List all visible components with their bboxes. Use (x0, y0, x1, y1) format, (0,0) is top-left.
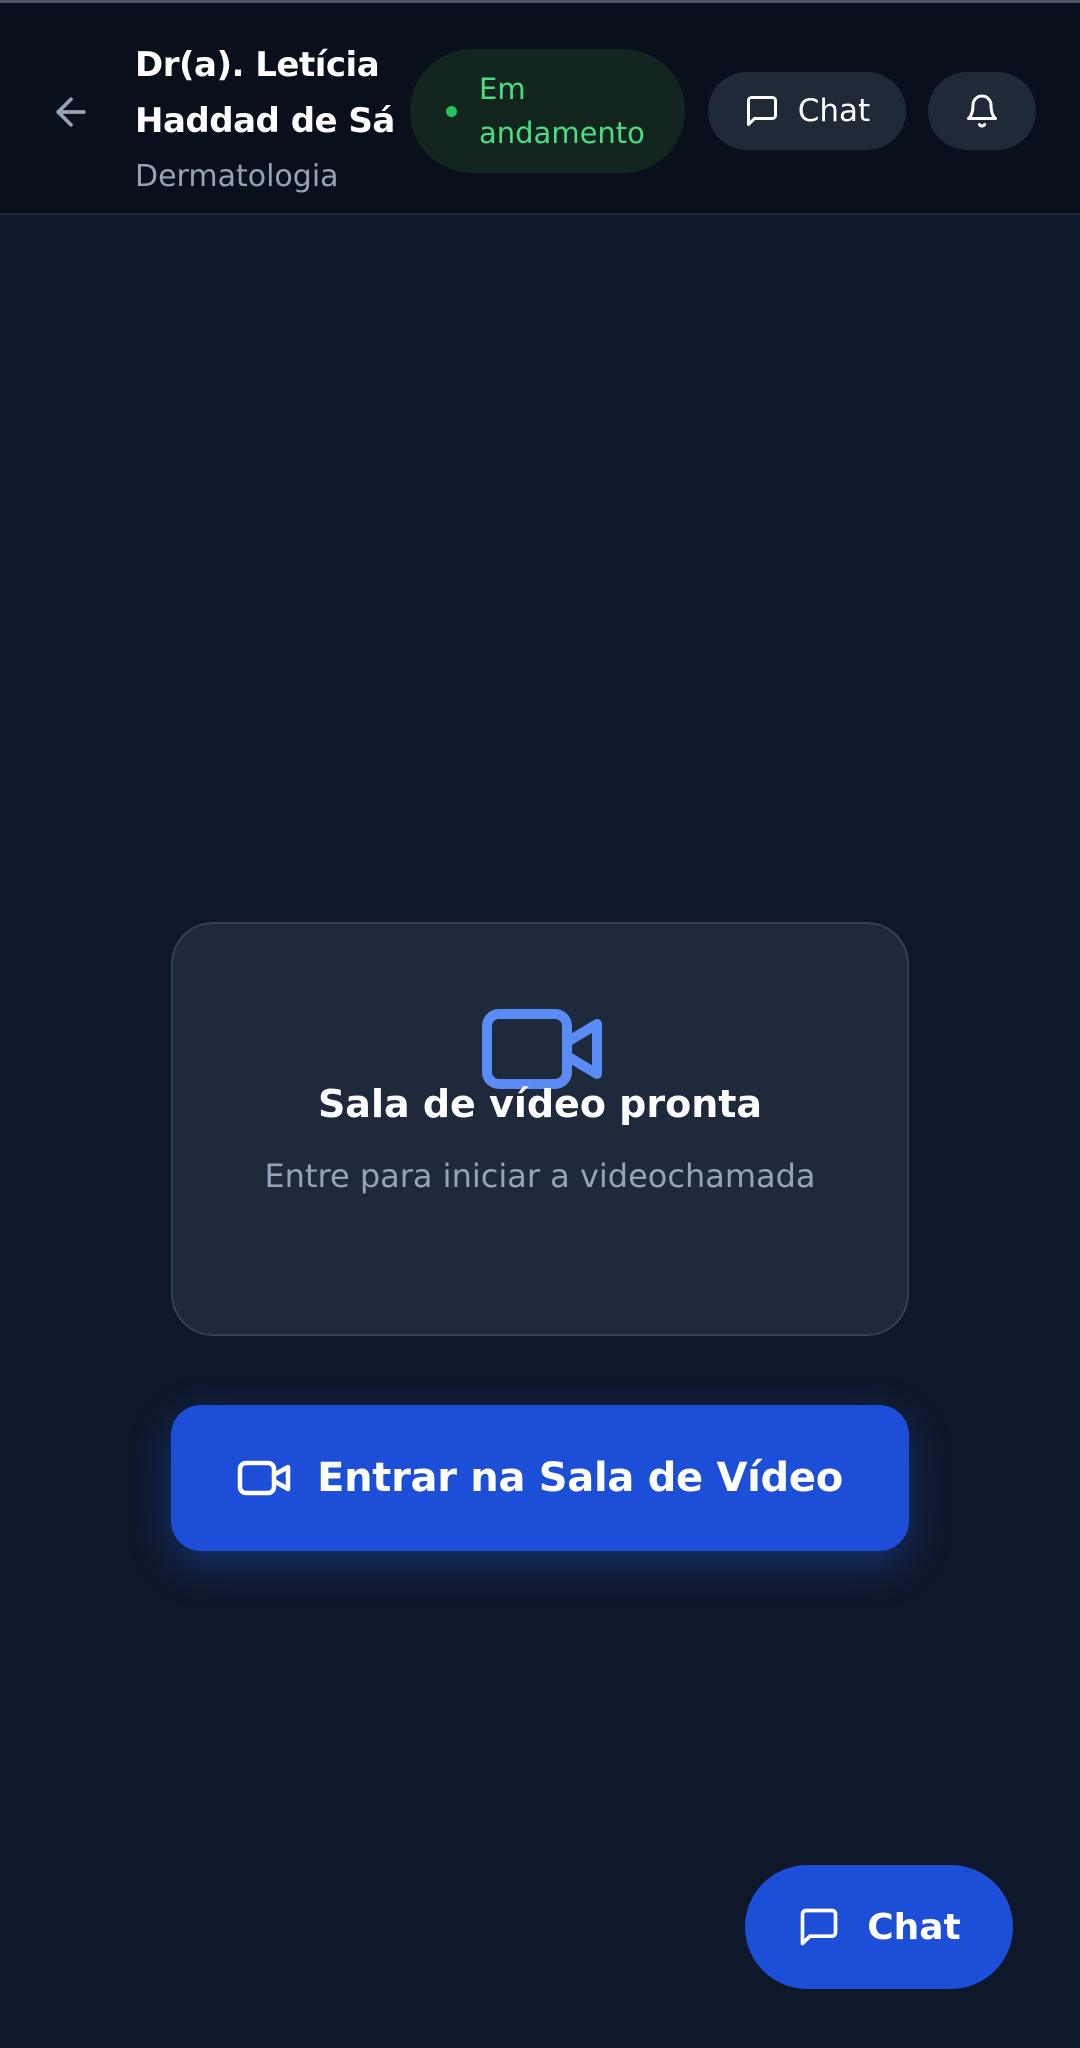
header-chat-label: Chat (797, 93, 871, 129)
video-icon (237, 1460, 291, 1496)
chat-icon (746, 96, 777, 126)
arrow-left-icon (56, 97, 86, 127)
notifications-button[interactable] (928, 72, 1036, 150)
status-text: Em andamento (479, 72, 645, 150)
bell-icon (967, 94, 997, 128)
enter-video-room-label: Entrar na Sala de Vídeo (317, 1455, 843, 1501)
status-dot (446, 105, 457, 117)
back-button[interactable] (40, 81, 102, 143)
video-consultation-screen: Dr(a). Letícia Haddad de Sá Dermatologia… (0, 0, 1080, 2048)
doctor-info: Dr(a). Letícia Haddad de Sá Dermatologia (135, 37, 395, 203)
status-badge: Em andamento (410, 49, 685, 173)
floating-chat-label: Chat (867, 1906, 961, 1948)
doctor-name: Dr(a). Letícia Haddad de Sá (135, 45, 395, 141)
card-subtitle: Entre para iniciar a videochamada (264, 1157, 816, 1195)
floating-chat-button[interactable]: Chat (745, 1865, 1013, 1989)
header-chat-button[interactable]: Chat (708, 72, 906, 150)
video-room-card: Sala de vídeo pronta Entre para iniciar … (171, 922, 909, 1336)
doctor-specialty: Dermatologia (135, 159, 339, 194)
top-header: Dr(a). Letícia Haddad de Sá Dermatologia… (0, 0, 1080, 215)
chat-icon (800, 1908, 838, 1946)
card-title: Sala de vídeo pronta (317, 1082, 763, 1126)
enter-video-room-button[interactable]: Entrar na Sala de Vídeo (171, 1405, 909, 1551)
